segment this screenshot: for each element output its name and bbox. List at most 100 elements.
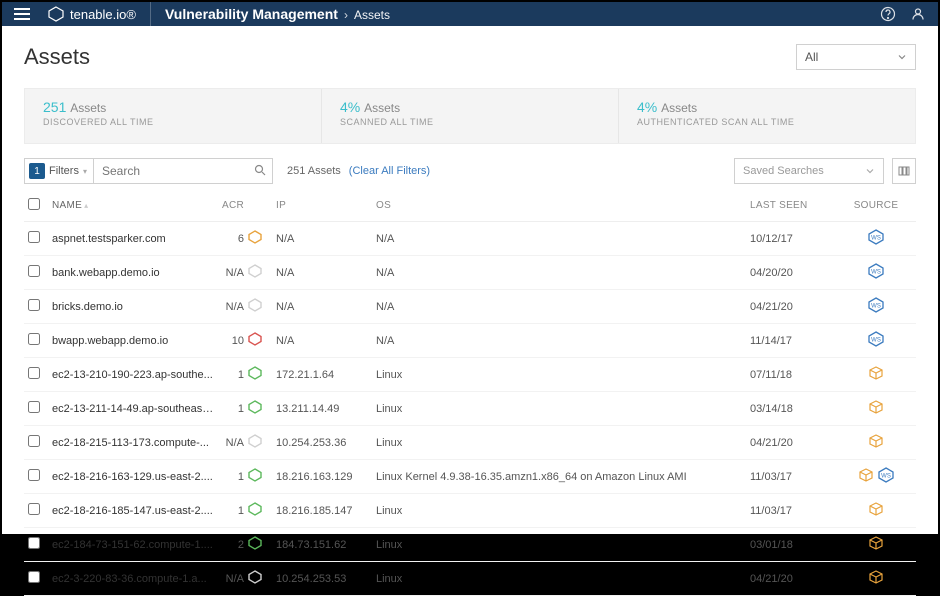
- asset-name: ec2-3-220-83-36.compute-1.a...: [52, 573, 214, 585]
- table-row[interactable]: bwapp.webapp.demo.io 10 N/A N/A 11/14/17…: [24, 324, 916, 358]
- table-row[interactable]: bank.webapp.demo.io N/A N/A N/A 04/20/20…: [24, 256, 916, 290]
- last-seen-cell: 11/14/17: [746, 324, 836, 358]
- row-checkbox[interactable]: [28, 367, 40, 379]
- asset-name: bank.webapp.demo.io: [52, 267, 214, 279]
- column-settings-button[interactable]: [892, 158, 916, 184]
- row-checkbox[interactable]: [28, 503, 40, 515]
- select-all-checkbox[interactable]: [28, 198, 40, 210]
- source-icon-cube: [858, 467, 874, 486]
- severity-icon: [248, 434, 262, 451]
- asset-name: aspnet.testsparker.com: [52, 233, 214, 245]
- severity-icon: [248, 400, 262, 417]
- ip-cell: 172.21.1.64: [272, 358, 372, 392]
- last-seen-cell: 03/14/18: [746, 392, 836, 426]
- col-name[interactable]: NAME▴: [48, 190, 218, 222]
- clear-filters-link[interactable]: (Clear All Filters): [349, 165, 430, 177]
- os-cell: N/A: [372, 290, 746, 324]
- col-ip[interactable]: IP: [272, 190, 372, 222]
- brand-text: tenable.io®: [70, 7, 136, 22]
- source-cell: [840, 433, 912, 452]
- asset-name: ec2-18-215-113-173.compute-...: [52, 437, 214, 449]
- row-checkbox[interactable]: [28, 401, 40, 413]
- source-icon-ws: WS: [868, 263, 884, 282]
- severity-icon: [248, 536, 262, 553]
- source-cell: [840, 501, 912, 520]
- last-seen-cell: 04/21/20: [746, 562, 836, 596]
- last-seen-cell: 04/21/20: [746, 290, 836, 324]
- row-checkbox[interactable]: [28, 231, 40, 243]
- filter-box[interactable]: 1 Filters▾: [24, 158, 273, 184]
- source-icon-cube: [868, 501, 884, 520]
- ip-cell: 18.216.163.129: [272, 460, 372, 494]
- row-checkbox[interactable]: [28, 435, 40, 447]
- severity-icon: [248, 298, 262, 315]
- row-checkbox[interactable]: [28, 265, 40, 277]
- acr-cell: 1: [222, 366, 268, 383]
- saved-searches-select[interactable]: Saved Searches: [734, 158, 884, 184]
- table-row[interactable]: ec2-13-210-190-223.ap-southe... 1 172.21…: [24, 358, 916, 392]
- row-checkbox[interactable]: [28, 333, 40, 345]
- acr-cell: 1: [222, 502, 268, 519]
- source-icon-cube: [868, 535, 884, 554]
- os-cell: Linux: [372, 358, 746, 392]
- severity-icon: [248, 502, 262, 519]
- ip-cell: N/A: [272, 256, 372, 290]
- ip-cell: 184.73.151.62: [272, 528, 372, 562]
- ip-cell: 10.254.253.36: [272, 426, 372, 460]
- acr-cell: N/A: [222, 264, 268, 281]
- source-icon-ws: WS: [868, 331, 884, 350]
- user-icon[interactable]: [910, 6, 926, 22]
- severity-icon: [248, 570, 262, 587]
- row-checkbox[interactable]: [28, 571, 40, 583]
- table-row[interactable]: ec2-18-215-113-173.compute-... N/A 10.25…: [24, 426, 916, 460]
- acr-cell: 6: [222, 230, 268, 247]
- col-acr[interactable]: ACR: [218, 190, 272, 222]
- ip-cell: 13.211.14.49: [272, 392, 372, 426]
- table-row[interactable]: bricks.demo.io N/A N/A N/A 04/21/20 WS: [24, 290, 916, 324]
- asset-name: ec2-184-73-151-62.compute-1....: [52, 539, 214, 551]
- source-cell: WS: [840, 331, 912, 350]
- scope-select[interactable]: All: [796, 44, 916, 70]
- svg-text:WS: WS: [871, 304, 881, 310]
- table-row[interactable]: ec2-184-73-151-62.compute-1.... 2 184.73…: [24, 528, 916, 562]
- source-cell: [840, 399, 912, 418]
- os-cell: Linux: [372, 494, 746, 528]
- os-cell: Linux Kernel 4.9.38-16.35.amzn1.x86_64 o…: [372, 460, 746, 494]
- acr-cell: 1: [222, 400, 268, 417]
- menu-button[interactable]: [14, 8, 34, 20]
- last-seen-cell: 10/12/17: [746, 222, 836, 256]
- stat-discovered: 251 Assets DISCOVERED ALL TIME: [25, 89, 322, 143]
- source-cell: [840, 569, 912, 588]
- os-cell: N/A: [372, 256, 746, 290]
- os-cell: Linux: [372, 528, 746, 562]
- source-icon-ws: WS: [868, 229, 884, 248]
- severity-icon: [248, 332, 262, 349]
- table-row[interactable]: ec2-18-216-185-147.us-east-2.... 1 18.21…: [24, 494, 916, 528]
- table-row[interactable]: ec2-3-220-83-36.compute-1.a... N/A 10.25…: [24, 562, 916, 596]
- columns-icon: [898, 165, 910, 177]
- tenable-logo-icon: [48, 6, 64, 22]
- table-row[interactable]: ec2-13-211-14-49.ap-southeast... 1 13.21…: [24, 392, 916, 426]
- row-checkbox[interactable]: [28, 537, 40, 549]
- table-row[interactable]: ec2-18-216-163-129.us-east-2.... 1 18.21…: [24, 460, 916, 494]
- page-title: Assets: [24, 44, 90, 70]
- search-icon[interactable]: [254, 164, 272, 179]
- source-cell: WS: [840, 297, 912, 316]
- col-last[interactable]: LAST SEEN: [746, 190, 836, 222]
- acr-cell: N/A: [222, 570, 268, 587]
- help-icon[interactable]: [880, 6, 896, 22]
- source-icon-ws: WS: [878, 467, 894, 486]
- row-checkbox[interactable]: [28, 469, 40, 481]
- table-row[interactable]: aspnet.testsparker.com 6 N/A N/A 10/12/1…: [24, 222, 916, 256]
- asset-name: ec2-13-210-190-223.ap-southe...: [52, 369, 214, 381]
- ip-cell: N/A: [272, 324, 372, 358]
- source-cell: WS: [840, 467, 912, 486]
- source-icon-cube: [868, 399, 884, 418]
- ip-cell: 18.216.185.147: [272, 494, 372, 528]
- severity-icon: [248, 230, 262, 247]
- col-source[interactable]: SOURCE: [836, 190, 916, 222]
- os-cell: Linux: [372, 562, 746, 596]
- col-os[interactable]: OS: [372, 190, 746, 222]
- search-input[interactable]: [94, 159, 254, 183]
- row-checkbox[interactable]: [28, 299, 40, 311]
